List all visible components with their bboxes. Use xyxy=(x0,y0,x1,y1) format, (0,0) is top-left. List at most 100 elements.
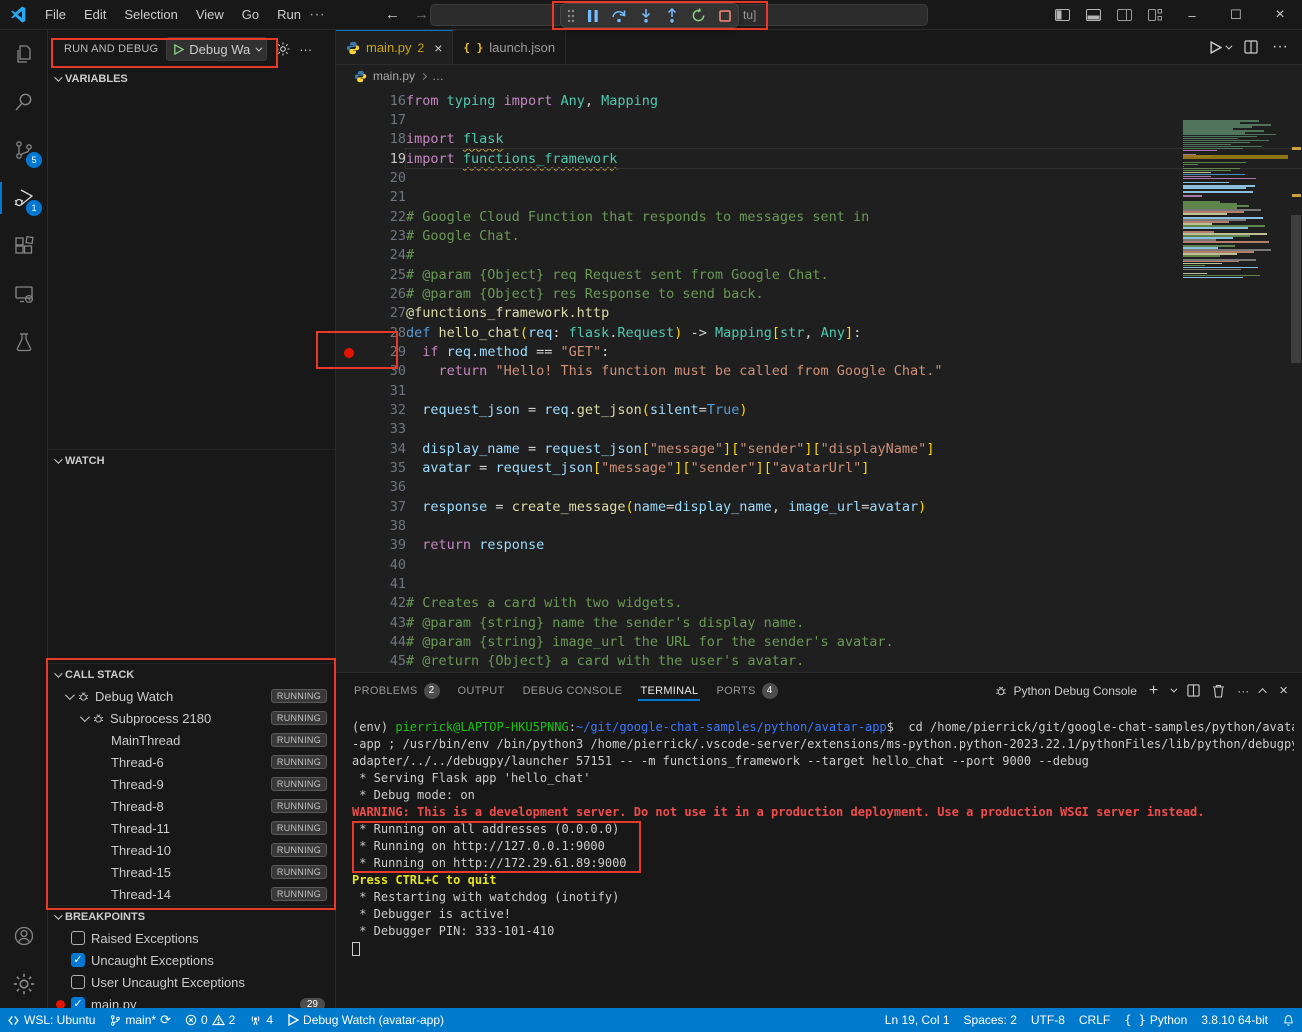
breakpoint-row[interactable]: ✓Uncaught Exceptions xyxy=(48,949,335,971)
terminal-output[interactable]: (env) pierrick@LAPTOP-HKU5PNNG:~/git/goo… xyxy=(352,720,1294,1008)
debug-step-out-button[interactable] xyxy=(665,8,679,23)
gutter[interactable]: 25 xyxy=(336,267,406,283)
debug-stop-button[interactable] xyxy=(718,9,732,23)
code-line[interactable]: 25# @param {Object} req Request sent fro… xyxy=(336,265,1302,284)
settings-gear-icon[interactable] xyxy=(0,960,48,1008)
code-line[interactable]: 44# @param {string} image_url the URL fo… xyxy=(336,632,1302,651)
gutter[interactable]: 44 xyxy=(336,634,406,650)
call-stack-section-header[interactable]: CALL STACK xyxy=(48,663,335,685)
chevron-down-icon[interactable] xyxy=(1171,686,1178,693)
panel-tab-terminal[interactable]: TERMINAL xyxy=(634,676,704,706)
encoding[interactable]: UTF-8 xyxy=(1024,1008,1072,1032)
kill-terminal-icon[interactable] xyxy=(1212,684,1225,698)
code-line[interactable]: 45# @return {Object} a card with the use… xyxy=(336,652,1302,671)
code-line[interactable]: 30 return "Hello! This function must be … xyxy=(336,362,1302,381)
gutter[interactable]: 29 xyxy=(336,344,406,360)
code-line[interactable]: 33 xyxy=(336,420,1302,439)
code-line[interactable]: 17 xyxy=(336,110,1302,129)
toggle-secondary-sidebar-icon[interactable] xyxy=(1117,9,1132,21)
notifications-bell-icon[interactable] xyxy=(1275,1008,1302,1032)
maximize-button[interactable]: ☐ xyxy=(1214,0,1258,30)
code-line[interactable]: 23# Google Chat. xyxy=(336,226,1302,245)
code-line[interactable]: 32 request_json = req.get_json(silent=Tr… xyxy=(336,400,1302,419)
breakpoint-row[interactable]: User Uncaught Exceptions xyxy=(48,971,335,993)
call-stack-row[interactable]: Thread-15RUNNING xyxy=(48,861,335,883)
gutter[interactable]: 36 xyxy=(336,479,406,495)
call-stack-row[interactable]: MainThreadRUNNING xyxy=(48,729,335,751)
code-line[interactable]: 40 xyxy=(336,555,1302,574)
code-editor[interactable]: 16from typing import Any, Mapping1718imp… xyxy=(336,87,1302,672)
breadcrumb[interactable]: main.py … xyxy=(336,65,1302,87)
breakpoint-row[interactable]: ✓main.py29 xyxy=(48,993,335,1008)
gutter[interactable]: 22 xyxy=(336,209,406,225)
gutter[interactable]: 32 xyxy=(336,402,406,418)
toggle-sidebar-icon[interactable] xyxy=(1055,9,1070,21)
activity-explorer-icon[interactable] xyxy=(0,30,48,78)
call-stack-row[interactable]: Thread-9RUNNING xyxy=(48,773,335,795)
gutter[interactable]: 18 xyxy=(336,131,406,147)
problems-indicator[interactable]: 0 2 xyxy=(178,1008,242,1032)
code-line[interactable]: 35 avatar = request_json["message"]["sen… xyxy=(336,458,1302,477)
gutter[interactable]: 39 xyxy=(336,537,406,553)
call-stack-row[interactable]: Thread-8RUNNING xyxy=(48,795,335,817)
code-line[interactable]: 24# xyxy=(336,246,1302,265)
cursor-position[interactable]: Ln 19, Col 1 xyxy=(878,1008,957,1032)
menu-file[interactable]: File xyxy=(37,4,74,25)
run-python-file-button[interactable] xyxy=(1209,41,1230,54)
close-window-button[interactable]: × xyxy=(1258,0,1302,30)
code-line[interactable]: 27@functions_framework.http xyxy=(336,304,1302,323)
panel-tab-debug-console[interactable]: DEBUG CONSOLE xyxy=(517,676,629,706)
remote-indicator[interactable]: WSL: Ubuntu xyxy=(0,1008,102,1032)
gutter[interactable]: 31 xyxy=(336,383,406,399)
editor-more-actions[interactable]: ··· xyxy=(1272,38,1288,56)
toggle-panel-icon[interactable] xyxy=(1086,9,1101,21)
gutter[interactable]: 28 xyxy=(336,325,406,341)
menu-go[interactable]: Go xyxy=(234,4,267,25)
breakpoint-checkbox[interactable]: ✓ xyxy=(71,953,85,967)
call-stack-row[interactable]: Subprocess 2180RUNNING xyxy=(48,707,335,729)
split-terminal-icon[interactable] xyxy=(1187,684,1200,697)
split-editor-icon[interactable] xyxy=(1244,40,1258,54)
language-mode[interactable]: { } Python xyxy=(1117,1008,1194,1032)
code-line[interactable]: 22# Google Cloud Function that responds … xyxy=(336,207,1302,226)
gutter[interactable]: 27 xyxy=(336,305,406,321)
activity-extensions-icon[interactable] xyxy=(0,222,48,270)
gutter[interactable]: 40 xyxy=(336,557,406,573)
code-line[interactable]: 29 if req.method == "GET": xyxy=(336,342,1302,361)
code-line[interactable]: 19import functions_framework xyxy=(336,149,1302,168)
breakpoint-glyph[interactable] xyxy=(344,348,354,358)
account-icon[interactable] xyxy=(0,912,48,960)
gutter[interactable]: 34 xyxy=(336,441,406,457)
call-stack-row[interactable]: Thread-11RUNNING xyxy=(48,817,335,839)
new-terminal-icon[interactable]: + xyxy=(1149,682,1158,700)
breakpoint-row[interactable]: Raised Exceptions xyxy=(48,927,335,949)
breakpoints-section-header[interactable]: BREAKPOINTS xyxy=(48,905,335,927)
call-stack-row[interactable]: Thread-14RUNNING xyxy=(48,883,335,905)
debug-config-dropdown[interactable]: Debug Wa xyxy=(166,37,267,61)
gutter[interactable]: 24 xyxy=(336,247,406,263)
panel-tab-problems[interactable]: PROBLEMS2 xyxy=(348,674,446,708)
code-line[interactable]: 34 display_name = request_json["message"… xyxy=(336,439,1302,458)
code-line[interactable]: 28def hello_chat(req: flask.Request) -> … xyxy=(336,323,1302,342)
gutter[interactable]: 21 xyxy=(336,189,406,205)
tab-launch-json[interactable]: { } launch.json xyxy=(453,30,566,64)
activity-remote-explorer-icon[interactable] xyxy=(0,270,48,318)
code-line[interactable]: 36 xyxy=(336,478,1302,497)
gutter[interactable]: 16 xyxy=(336,93,406,109)
activity-search-icon[interactable] xyxy=(0,78,48,126)
code-line[interactable]: 41 xyxy=(336,574,1302,593)
editor-scrollbar[interactable] xyxy=(1290,87,1302,672)
gutter[interactable]: 33 xyxy=(336,421,406,437)
eol-sequence[interactable]: CRLF xyxy=(1072,1008,1117,1032)
scrollbar-slider[interactable] xyxy=(1291,215,1301,363)
customize-layout-icon[interactable] xyxy=(1148,9,1162,21)
menu-overflow[interactable]: ··· xyxy=(309,6,325,24)
breakpoint-checkbox[interactable] xyxy=(71,975,85,989)
gutter[interactable]: 45 xyxy=(336,653,406,669)
gutter[interactable]: 37 xyxy=(336,499,406,515)
tab-close-icon[interactable]: × xyxy=(434,40,442,56)
code-line[interactable]: 39 return response xyxy=(336,536,1302,555)
menu-edit[interactable]: Edit xyxy=(76,4,114,25)
breakpoint-checkbox[interactable] xyxy=(71,931,85,945)
gutter[interactable]: 38 xyxy=(336,518,406,534)
